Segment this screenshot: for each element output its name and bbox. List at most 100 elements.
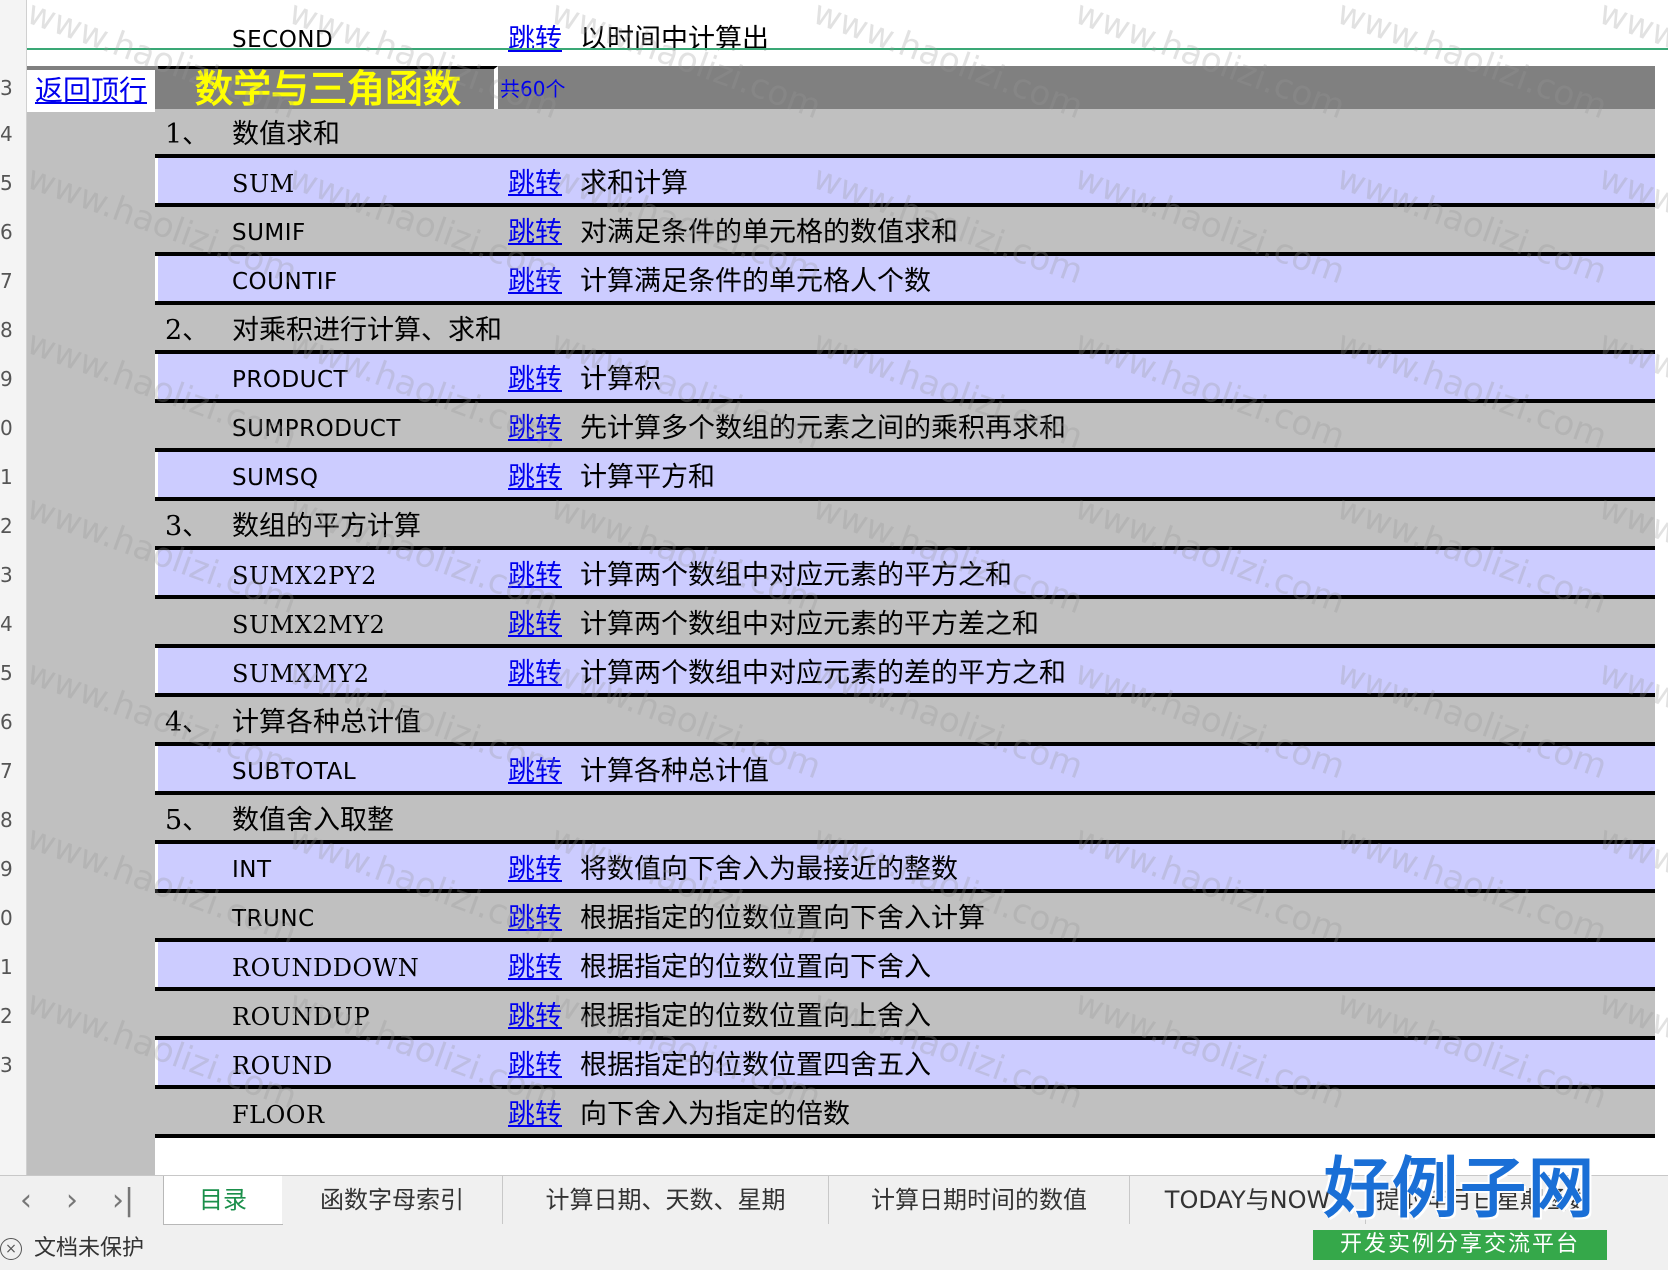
function-name[interactable]: COUNTIF [232, 256, 338, 308]
unprotected-icon: × [0, 1238, 22, 1260]
section-row: 1、 数值求和 [155, 109, 1655, 158]
jump-link[interactable]: 跳转 [508, 942, 562, 994]
jump-link[interactable]: 跳转 [508, 1040, 562, 1092]
function-row: PRODUCT 跳转 计算积 [155, 354, 1655, 403]
function-row: FLOOR 跳转 向下舍入为指定的倍数 [155, 1089, 1655, 1138]
jump-link[interactable]: 跳转 [508, 1089, 562, 1141]
function-name[interactable]: SUM [232, 158, 295, 210]
spreadsheet-grid[interactable]: 345678901234567890123 SECOND 跳转 以时间中计算出 … [0, 0, 1668, 1175]
section-number: 3、 [165, 511, 210, 542]
first-sheet-icon[interactable]: ‹ [20, 1176, 32, 1226]
jump-link[interactable]: 跳转 [508, 403, 562, 455]
jump-link[interactable]: 跳转 [508, 893, 562, 945]
function-description: 计算积 [580, 364, 661, 395]
row-number[interactable]: 1 [0, 955, 18, 985]
function-row: INT 跳转 将数值向下舍入为最接近的整数 [155, 844, 1655, 893]
row-number[interactable]: 9 [0, 857, 18, 887]
function-row: SUM 跳转 求和计算 [155, 158, 1655, 207]
function-name[interactable]: SUMIF [232, 207, 306, 259]
function-name[interactable]: SUMPRODUCT [232, 403, 401, 455]
function-name[interactable]: SUMSQ [232, 452, 318, 504]
function-name[interactable]: ROUND [232, 1040, 333, 1092]
section-title: 对乘积进行计算、求和 [232, 315, 502, 346]
function-name[interactable]: INT [232, 844, 272, 896]
function-row: SUBTOTAL 跳转 计算各种总计值 [155, 746, 1655, 795]
function-name[interactable]: ROUNDUP [232, 991, 370, 1043]
row-number[interactable]: 7 [0, 759, 18, 789]
jump-link[interactable]: 跳转 [508, 207, 562, 259]
jump-link[interactable]: 跳转 [508, 354, 562, 406]
jump-link[interactable]: 跳转 [508, 256, 562, 308]
next-sheet-icon[interactable]: › [66, 1176, 78, 1226]
site-logo: 好例子网 开发实例分享交流平台 [1305, 1150, 1615, 1262]
row-number[interactable]: 7 [0, 269, 18, 299]
row-number[interactable]: 6 [0, 710, 18, 740]
function-row: SUMSQ 跳转 计算平方和 [155, 452, 1655, 501]
row-number[interactable]: 4 [0, 122, 18, 152]
row-number[interactable]: 1 [0, 465, 18, 495]
section-number: 1、 [165, 119, 210, 150]
function-name[interactable]: SUMX2MY2 [232, 599, 385, 651]
section-number: 4、 [165, 707, 210, 738]
back-to-top-link[interactable]: 返回顶行 [27, 70, 155, 112]
row-number[interactable]: 4 [0, 612, 18, 642]
function-name[interactable]: PRODUCT [232, 354, 348, 406]
partial-top-row: SECOND 跳转 以时间中计算出 [155, 0, 1655, 66]
logo-subtitle: 开发实例分享交流平台 [1313, 1230, 1607, 1260]
function-name[interactable]: FLOOR [232, 1089, 325, 1141]
left-margin-column [27, 112, 155, 1175]
function-row: SUMX2PY2 跳转 计算两个数组中对应元素的平方之和 [155, 550, 1655, 599]
row-number-column[interactable]: 3 4 5 6 7 8 9 0 1 2 3 4 5 6 7 8 9 0 1 2 3 [0, 0, 27, 1175]
function-row: ROUND 跳转 根据指定的位数位置四舍五入 [155, 1040, 1655, 1089]
row-number[interactable]: 8 [0, 318, 18, 348]
function-name[interactable]: TRUNC [232, 893, 315, 945]
function-description: 求和计算 [580, 168, 688, 199]
partial-function-name: SECOND [232, 27, 334, 53]
section-title: 数组的平方计算 [232, 511, 421, 542]
freeze-pane-line [27, 48, 1668, 50]
tab-datetime-values[interactable]: 计算日期时间的数值 [829, 1176, 1130, 1224]
jump-link[interactable]: 跳转 [508, 158, 562, 210]
function-name[interactable]: ROUNDDOWN [232, 942, 419, 994]
jump-link[interactable]: 跳转 [508, 648, 562, 700]
section-row: 3、 数组的平方计算 [155, 501, 1655, 550]
row-number[interactable]: 6 [0, 220, 18, 250]
row-number[interactable]: 2 [0, 1004, 18, 1034]
function-row: SUMIF 跳转 对满足条件的单元格的数值求和 [155, 207, 1655, 256]
jump-link[interactable]: 跳转 [508, 746, 562, 798]
jump-link[interactable]: 跳转 [508, 991, 562, 1043]
function-name[interactable]: SUBTOTAL [232, 746, 356, 798]
jump-link[interactable]: 跳转 [508, 599, 562, 651]
function-description: 根据指定的位数位置向下舍入 [580, 952, 931, 983]
row-number[interactable]: 9 [0, 367, 18, 397]
jump-link[interactable]: 跳转 [508, 844, 562, 896]
row-number[interactable]: 3 [0, 1053, 18, 1083]
function-description: 计算两个数组中对应元素的平方之和 [580, 560, 1012, 591]
row-number[interactable]: 5 [0, 661, 18, 691]
function-description: 先计算多个数组的元素之间的乘积再求和 [580, 413, 1066, 444]
function-name[interactable]: SUMX2PY2 [232, 550, 377, 602]
section-title: 数值舍入取整 [232, 805, 394, 836]
jump-link[interactable]: 跳转 [508, 452, 562, 504]
logo-main-text: 好例子网 [1324, 1150, 1596, 1227]
function-count: 共60个 [500, 77, 566, 101]
section-title: 数值求和 [232, 119, 340, 150]
function-name[interactable]: SUMXMY2 [232, 648, 370, 700]
row-number[interactable]: 0 [0, 906, 18, 936]
tab-function-index[interactable]: 函数字母索引 [282, 1176, 503, 1224]
jump-link[interactable]: 跳转 [508, 550, 562, 602]
tab-date-days-weekday[interactable]: 计算日期、天数、星期 [503, 1176, 829, 1224]
row-number[interactable]: 3 [0, 76, 18, 106]
section-row: 5、 数值舍入取整 [155, 795, 1655, 844]
row-number[interactable]: 0 [0, 416, 18, 446]
section-number: 5、 [165, 805, 210, 836]
row-number[interactable]: 2 [0, 514, 18, 544]
tab-mulu[interactable]: 目录 [163, 1176, 283, 1225]
last-sheet-icon[interactable]: ›| [112, 1176, 134, 1226]
row-number[interactable]: 3 [0, 563, 18, 593]
row-number[interactable]: 5 [0, 171, 18, 201]
function-description: 将数值向下舍入为最接近的整数 [580, 854, 958, 885]
row-number[interactable]: 8 [0, 808, 18, 838]
partial-jump-link[interactable]: 跳转 [508, 14, 562, 66]
function-row: ROUNDDOWN 跳转 根据指定的位数位置向下舍入 [155, 942, 1655, 991]
